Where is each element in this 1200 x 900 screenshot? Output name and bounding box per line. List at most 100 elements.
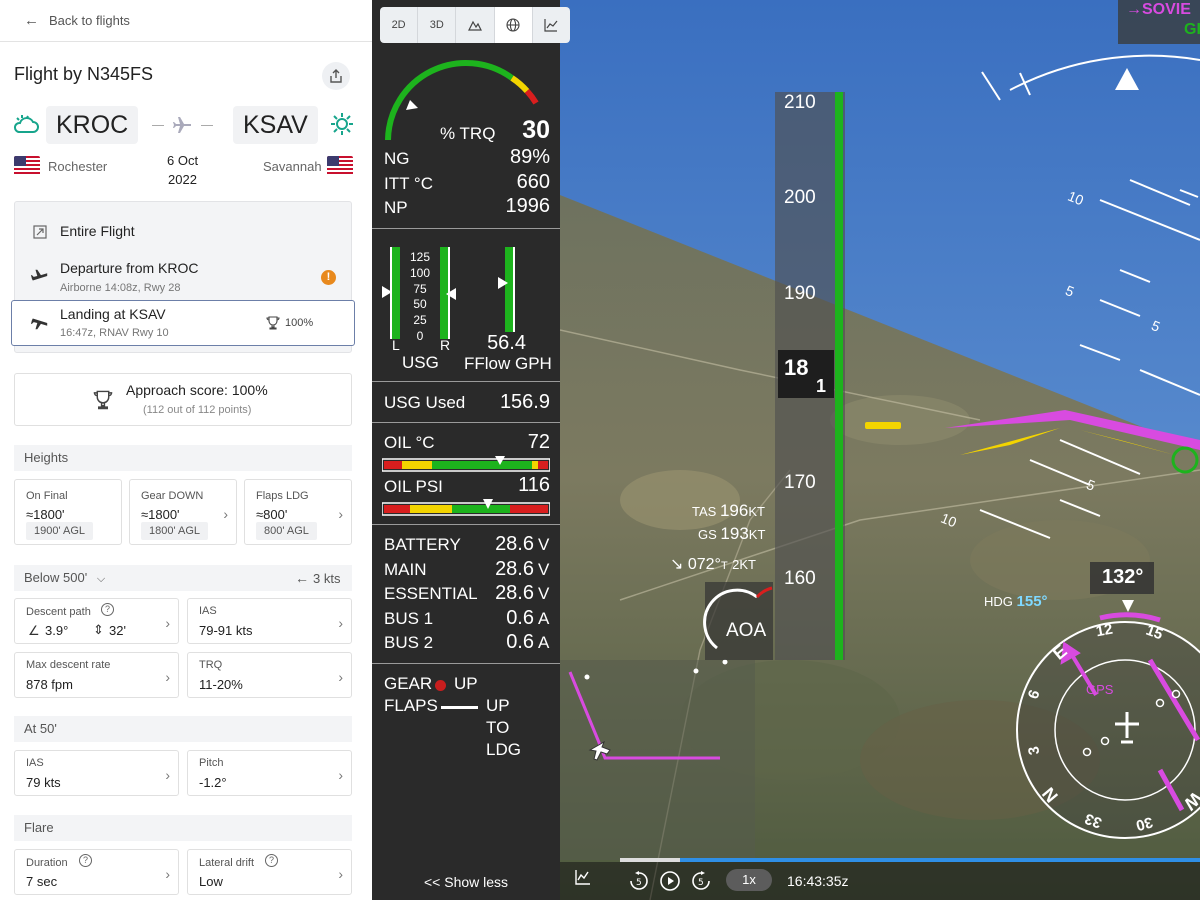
synthetic-vision-scene xyxy=(560,0,1200,900)
share-button[interactable] xyxy=(322,62,350,90)
card-label: Gear DOWN xyxy=(141,490,204,502)
chevron-right-icon: › xyxy=(165,669,170,685)
fuel-tick: 100 xyxy=(409,265,431,280)
compass-12: 12 xyxy=(1094,620,1115,641)
flight-date: 6 Oct xyxy=(167,153,199,168)
card-value: ≈1800' xyxy=(141,507,180,522)
fuel-tick: 75 xyxy=(413,281,427,296)
card-value: 79-91 kts xyxy=(199,623,253,638)
chevron-right-icon: › xyxy=(223,506,228,522)
chevron-right-icon: › xyxy=(338,669,343,685)
height-card-on-final[interactable]: On Final ≈1800' 1900' AGL xyxy=(14,479,122,545)
fuel-flow-value: 56.4 xyxy=(487,332,526,354)
current-heading: 132° xyxy=(1102,566,1144,588)
chart-toggle-icon[interactable] xyxy=(575,869,591,885)
card-label: Max descent rate xyxy=(26,659,111,671)
max-descent-card[interactable]: Max descent rate 878 fpm › xyxy=(14,652,179,698)
chevron-right-icon: › xyxy=(338,506,343,522)
speed-tick: 200 xyxy=(784,187,816,208)
departure-city: Rochester xyxy=(48,159,108,174)
card-label: Duration xyxy=(26,857,68,869)
us-flag-icon xyxy=(14,156,40,176)
back-link[interactable]: ← Back to flights xyxy=(24,10,130,30)
view-3d-button[interactable]: 3D xyxy=(418,7,457,43)
rewind-5-icon[interactable]: 5 xyxy=(628,870,650,892)
flare-duration-card[interactable]: Duration ? 7 sec › xyxy=(14,849,179,895)
flight-year: 2022 xyxy=(168,172,197,187)
page-title: Flight by N345FS xyxy=(14,64,154,84)
elec-value: 28.6 xyxy=(495,582,534,604)
wind-true: T xyxy=(720,560,728,572)
forward-5-icon[interactable]: 5 xyxy=(690,870,712,892)
arrow-left-icon: ← xyxy=(24,11,39,29)
playback-time: 16:43:35z xyxy=(787,873,849,889)
flaps-up: UP xyxy=(486,696,510,715)
globe-view-button[interactable] xyxy=(494,7,533,43)
fuel-left-label: L xyxy=(392,337,400,353)
departure-details: Airborne 14:08z, Rwy 28 xyxy=(60,282,181,294)
gs-value: 193 xyxy=(720,524,749,543)
np-value: 1996 xyxy=(505,195,551,217)
warning-icon: ! xyxy=(321,270,336,285)
card-value: 878 fpm xyxy=(26,677,73,692)
fuel-flow-pointer xyxy=(498,277,508,289)
divider xyxy=(0,41,372,42)
itt-label: ITT °C xyxy=(384,174,433,193)
divider xyxy=(372,422,560,423)
fuel-tick: 50 xyxy=(413,297,427,312)
trq-card[interactable]: TRQ 11-20% › xyxy=(187,652,352,698)
playback-speed-button[interactable]: 1x xyxy=(726,869,772,891)
card-label: TRQ xyxy=(199,659,223,671)
agl-badge: 1800' AGL xyxy=(141,522,209,540)
approach-score-card[interactable] xyxy=(14,373,352,426)
phase-departure[interactable]: Departure from KROC xyxy=(60,260,198,276)
angle-icon: ∠ xyxy=(28,623,40,638)
agl-badge: 1900' AGL xyxy=(26,522,94,540)
play-icon[interactable] xyxy=(659,870,681,892)
divider xyxy=(372,228,560,229)
at50-pitch-card[interactable]: Pitch -1.2° › xyxy=(187,750,352,796)
synthetic-vision-view[interactable]: 210 200 190 170 160 18 1 TAS 196KT GS 19… xyxy=(560,0,1200,900)
elec-label: ESSENTIAL xyxy=(384,584,478,603)
elec-value: 0.6 xyxy=(506,631,534,653)
phase-entire-flight[interactable]: Entire Flight xyxy=(60,223,135,239)
tas-value: 196 xyxy=(719,501,749,520)
info-icon: ? xyxy=(79,854,92,867)
chevron-right-icon: › xyxy=(165,615,170,631)
graph-view-button[interactable] xyxy=(533,7,570,43)
mountain-icon xyxy=(468,20,482,31)
fuel-tick: 0 xyxy=(416,328,424,343)
height-card-flaps-ldg[interactable]: Flaps LDG ≈800' 800' AGL › xyxy=(244,479,352,545)
at50-ias-card[interactable]: IAS 79 kts › xyxy=(14,750,179,796)
wind-arrow-icon: ↘ xyxy=(670,556,684,573)
card-label: Flaps LDG xyxy=(256,490,309,502)
terrain-view-button[interactable] xyxy=(456,7,495,43)
oil-psi-bar xyxy=(382,499,550,516)
wind-value: 3 kts xyxy=(313,571,341,586)
tas-readout: TAS 196KT xyxy=(692,501,765,521)
card-value: ≈1800' xyxy=(26,507,65,522)
landing-score: 100% xyxy=(285,317,314,329)
ias-card[interactable]: IAS 79-91 kts › xyxy=(187,598,352,644)
landing-plane-icon xyxy=(31,318,48,330)
divider xyxy=(372,663,560,664)
speed-tick: 160 xyxy=(784,568,816,589)
flare-drift-card[interactable]: Lateral drift ? Low › xyxy=(187,849,352,895)
tas-label: TAS xyxy=(692,504,717,519)
updown-icon: ⇕ xyxy=(93,622,104,637)
view-2d-button[interactable]: 2D xyxy=(380,7,419,43)
chevron-right-icon: › xyxy=(338,866,343,882)
show-less-button[interactable]: << Show less xyxy=(424,874,508,890)
oil-temp-label: OIL °C xyxy=(384,433,435,452)
speed-tick: 190 xyxy=(784,283,816,304)
chevron-right-icon: › xyxy=(338,767,343,783)
departure-plane-icon xyxy=(31,269,48,281)
elec-unit: A xyxy=(538,609,550,628)
elec-unit: V xyxy=(538,560,550,579)
height-card-gear-down[interactable]: Gear DOWN ≈1800' 1800' AGL › xyxy=(129,479,237,545)
card-value: Low xyxy=(199,874,223,889)
card-value: ≈800' xyxy=(256,507,288,522)
playback-bar xyxy=(560,862,1200,900)
descent-path-card[interactable]: Descent path ? ∠ 3.9° ⇕ 32' › xyxy=(14,598,179,644)
back-label: Back to flights xyxy=(49,12,130,28)
